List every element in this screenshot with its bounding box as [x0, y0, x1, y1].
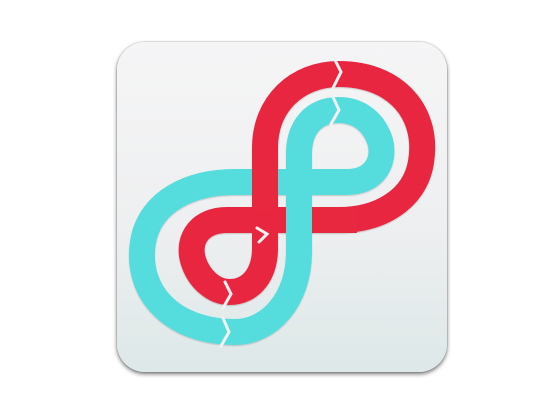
stage: [0, 0, 560, 420]
app-icon[interactable]: [117, 42, 447, 372]
infinity-loop-logo-icon: [128, 58, 436, 348]
